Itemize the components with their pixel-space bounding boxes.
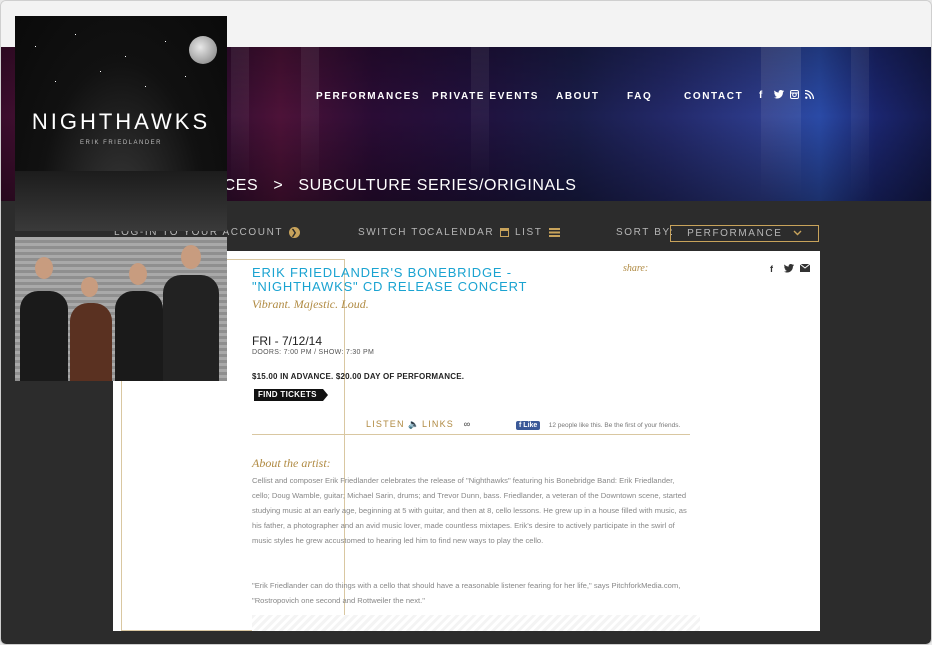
event-title-line1: ERIK FRIEDLANDER'S BONEBRIDGE -	[252, 265, 512, 280]
event-doors: DOORS: 7:00 PM / SHOW: 7:30 PM	[252, 349, 375, 356]
chevron-down-icon	[793, 230, 802, 236]
sort-select[interactable]: PERFORMANCE	[670, 225, 819, 242]
chain-link-icon: ∞	[463, 419, 472, 429]
twitter-icon[interactable]	[774, 90, 784, 102]
like-label: Like	[523, 422, 538, 430]
twitter-share-icon[interactable]	[784, 264, 794, 275]
find-tickets-button[interactable]: FIND TICKETS	[254, 389, 328, 401]
event-tagline: Vibrant. Majestic. Loud.	[252, 297, 369, 311]
nav-performances[interactable]: PERFORMANCES	[316, 91, 420, 102]
about-heading: About the artist:	[252, 456, 331, 470]
thumbs-up-icon: f	[519, 422, 522, 430]
nav-contact[interactable]: CONTACT	[684, 91, 743, 102]
share-label: share:	[623, 263, 649, 274]
breadcrumb-separator: >	[273, 177, 284, 194]
list-icon	[548, 227, 560, 237]
email-share-icon[interactable]	[799, 263, 811, 274]
event-price: $15.00 IN ADVANCE. $20.00 DAY OF PERFORM…	[252, 372, 465, 381]
album-cover: NIGHTHAWKS ERIK FRIEDLANDER	[15, 16, 227, 231]
nav-about[interactable]: ABOUT	[556, 91, 600, 102]
rss-icon[interactable]	[804, 89, 815, 102]
calendar-view-button[interactable]: CALENDAR	[427, 227, 510, 238]
list-label: LIST	[515, 227, 543, 238]
links-link[interactable]: LINKS ∞	[422, 419, 471, 429]
links-label: LINKS	[422, 419, 455, 429]
divider	[252, 434, 690, 435]
artist-bio: Cellist and composer Erik Friedlander ce…	[252, 476, 687, 545]
listen-label: LISTEN	[366, 419, 405, 429]
artist-quote: "Erik Friedlander can do things with a c…	[252, 581, 681, 605]
instagram-icon[interactable]	[790, 90, 799, 102]
facebook-like-button[interactable]: f Like	[516, 421, 541, 431]
event-date: FRI - 7/12/14	[252, 334, 323, 348]
breadcrumb-current: SUBCULTURE SERIES/ORIGINALS	[298, 177, 577, 194]
arrow-right-icon: ❯	[289, 227, 301, 238]
view-switch: SWITCH TO:	[358, 227, 433, 238]
album-artist: ERIK FRIEDLANDER	[79, 140, 162, 146]
moon-image	[189, 36, 217, 64]
event-title[interactable]: ERIK FRIEDLANDER'S BONEBRIDGE - "NIGHTHA…	[252, 266, 552, 294]
sort-label: SORT BY:	[616, 227, 675, 238]
list-view-button[interactable]: LIST	[515, 227, 560, 238]
nav-faq[interactable]: FAQ	[627, 91, 652, 102]
calendar-icon	[500, 227, 510, 237]
decorative-divider	[252, 615, 700, 631]
facebook-like-widget: f Like 12 people like this. Be the first…	[516, 417, 680, 435]
album-title: NIGHTHAWKS	[31, 109, 211, 134]
calendar-label: CALENDAR	[427, 227, 495, 238]
facebook-icon[interactable]: f	[759, 90, 762, 101]
band-photo	[15, 237, 227, 381]
listen-link[interactable]: LISTEN 🔈	[366, 419, 421, 430]
switch-label: SWITCH TO:	[358, 227, 433, 238]
speaker-icon: 🔈	[408, 419, 421, 429]
browser-window: SC PERFORMANCES PRIVATE EVENTS ABOUT FAQ…	[0, 0, 932, 645]
nav-private-events[interactable]: PRIVATE EVENTS	[432, 91, 539, 102]
sort-value: PERFORMANCE	[687, 228, 783, 239]
facebook-share-icon[interactable]: f	[770, 264, 773, 274]
album-road	[15, 171, 227, 231]
event-title-line2: "NIGHTHAWKS" CD RELEASE CONCERT	[252, 279, 528, 294]
like-count-text: 12 people like this. Be the first of you…	[548, 422, 681, 430]
